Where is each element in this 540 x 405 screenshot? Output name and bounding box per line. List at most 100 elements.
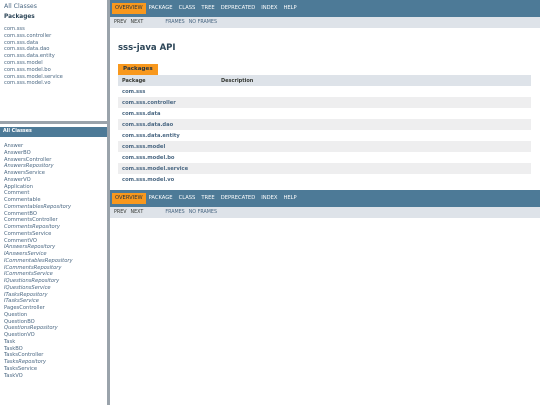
nav-help[interactable]: HELP	[280, 193, 299, 204]
package-link[interactable]: com.sss.data.entity	[118, 133, 180, 139]
frames-link[interactable]: FRAMES	[163, 210, 186, 215]
nav-package[interactable]: PACKAGE	[146, 193, 176, 204]
package-link[interactable]: com.sss.data.dao	[118, 122, 173, 128]
page-title: sss-java API	[118, 43, 176, 53]
package-list-link[interactable]: com.sss.data	[4, 40, 103, 47]
table-header-row: Package Description	[118, 75, 531, 86]
class-link[interactable]: IAnswersService	[4, 251, 103, 258]
nav-class[interactable]: CLASS	[176, 193, 199, 204]
bottom-sub-nav: PREV NEXT FRAMES NO FRAMES	[110, 207, 540, 218]
class-link[interactable]: AnswerVO	[4, 177, 103, 184]
package-list-link[interactable]: com.sss.controller	[4, 33, 103, 40]
class-link[interactable]: CommentBO	[4, 211, 103, 218]
package-list-link[interactable]: com.sss.data.entity	[4, 53, 103, 60]
class-link[interactable]: Application	[4, 184, 103, 191]
class-link[interactable]: CommentVO	[4, 238, 103, 245]
class-link[interactable]: ICommentablesRepository	[4, 258, 103, 265]
bottom-nav-bar: OVERVIEW PACKAGE CLASS TREE DEPRECATED INDEX H…	[110, 190, 540, 207]
class-link[interactable]: CommentsService	[4, 231, 103, 238]
class-link[interactable]: IQuestionsService	[4, 285, 103, 292]
package-link[interactable]: com.sss.model.bo	[118, 155, 174, 161]
class-link[interactable]: AnswersController	[4, 157, 103, 164]
next-label: NEXT	[130, 20, 144, 25]
column-header-description: Description	[221, 77, 254, 84]
table-caption: Packages	[118, 64, 158, 75]
column-header-package: Package	[122, 77, 146, 84]
table-row: com.sss.model.service	[118, 163, 531, 174]
class-link[interactable]: TasksRepository	[4, 359, 103, 366]
nav-tree[interactable]: TREE	[198, 3, 217, 14]
package-list-link[interactable]: com.sss.model.bo	[4, 67, 103, 74]
table-row: com.sss	[118, 86, 531, 97]
class-link[interactable]: QuestionBO	[4, 319, 103, 326]
all-classes-link[interactable]: All Classes	[4, 3, 103, 10]
package-list-link[interactable]: com.sss.model.service	[4, 74, 103, 81]
nav-deprecated[interactable]: DEPRECATED	[218, 3, 259, 14]
class-link[interactable]: ITasksService	[4, 298, 103, 305]
package-list-link[interactable]: com.sss.model	[4, 60, 103, 67]
table-row: com.sss.model.bo	[118, 152, 531, 163]
class-link[interactable]: ITasksRepository	[4, 292, 103, 299]
prev-label: PREV	[114, 20, 127, 25]
class-link[interactable]: ICommentsRepository	[4, 265, 103, 272]
class-link[interactable]: Answer	[4, 143, 103, 150]
nav-overview: OVERVIEW	[112, 3, 146, 14]
class-link[interactable]: Task	[4, 339, 103, 346]
prev-label: PREV	[114, 210, 127, 215]
class-link[interactable]: CommentablesRepository	[4, 204, 103, 211]
package-link[interactable]: com.sss.controller	[118, 100, 176, 106]
nav-deprecated[interactable]: DEPRECATED	[218, 193, 259, 204]
nav-help[interactable]: HELP	[280, 3, 299, 14]
bottom-nav: OVERVIEW PACKAGE CLASS TREE DEPRECATED INDEX H…	[110, 190, 540, 218]
package-list-link[interactable]: com.sss.data.dao	[4, 46, 103, 53]
table-row: com.sss.model	[118, 141, 531, 152]
nav-index[interactable]: INDEX	[258, 3, 280, 14]
package-list-frame: All Classes Packages com.sss com.sss.cont…	[0, 0, 107, 121]
class-link[interactable]: QuestionsRepository	[4, 325, 103, 332]
class-link[interactable]: CommentsController	[4, 217, 103, 224]
all-classes-heading: All Classes	[0, 127, 107, 137]
table-body: com.sss com.sss.controller com.sss.data com…	[118, 86, 531, 185]
class-link[interactable]: AnswerBO	[4, 150, 103, 157]
package-link[interactable]: com.sss.model.vo	[118, 177, 174, 183]
no-frames-link[interactable]: NO FRAMES	[187, 20, 219, 25]
package-link[interactable]: com.sss.model.service	[118, 166, 188, 172]
top-sub-nav: PREV NEXT FRAMES NO FRAMES	[110, 17, 540, 28]
nav-overview: OVERVIEW	[112, 193, 146, 204]
top-nav-bar: OVERVIEW PACKAGE CLASS TREE DEPRECATED INDEX H…	[110, 0, 540, 17]
frames-link[interactable]: FRAMES	[163, 20, 186, 25]
class-link[interactable]: AnswersService	[4, 170, 103, 177]
class-link[interactable]: TaskVO	[4, 373, 103, 380]
class-link[interactable]: CommentsRepository	[4, 224, 103, 231]
nav-index[interactable]: INDEX	[258, 193, 280, 204]
class-link[interactable]: Comment	[4, 190, 103, 197]
next-label: NEXT	[130, 210, 144, 215]
class-link[interactable]: TasksService	[4, 366, 103, 373]
package-link[interactable]: com.sss.data	[118, 111, 160, 117]
table-row: com.sss.data.entity	[118, 130, 531, 141]
package-list-link[interactable]: com.sss	[4, 26, 103, 33]
class-link[interactable]: ICommentsService	[4, 271, 103, 278]
overview-frame: OVERVIEW PACKAGE CLASS TREE DEPRECATED INDEX H…	[110, 0, 540, 405]
package-list: com.sss com.sss.controller com.sss.data com…	[4, 26, 103, 87]
class-link[interactable]: AnswersRepository	[4, 163, 103, 170]
no-frames-link[interactable]: NO FRAMES	[187, 210, 219, 215]
class-link[interactable]: TasksController	[4, 352, 103, 359]
nav-tree[interactable]: TREE	[198, 193, 217, 204]
class-link[interactable]: TaskBO	[4, 346, 103, 353]
class-link[interactable]: QuestionVO	[4, 332, 103, 339]
table-row: com.sss.data	[118, 108, 531, 119]
class-link[interactable]: IQuestionsRepository	[4, 278, 103, 285]
package-link[interactable]: com.sss.model	[118, 144, 165, 150]
table-row: com.sss.data.dao	[118, 119, 531, 130]
package-list-link[interactable]: com.sss.model.vo	[4, 80, 103, 87]
nav-package[interactable]: PACKAGE	[146, 3, 176, 14]
package-link[interactable]: com.sss	[118, 89, 145, 95]
class-link[interactable]: IAnswersRepository	[4, 244, 103, 251]
class-link[interactable]: Question	[4, 312, 103, 319]
class-list-frame: All Classes Answer AnswerBO AnswersControl…	[0, 124, 107, 405]
class-link[interactable]: Commentable	[4, 197, 103, 204]
nav-class[interactable]: CLASS	[176, 3, 199, 14]
class-link[interactable]: PagesController	[4, 305, 103, 312]
table-row: com.sss.model.vo	[118, 174, 531, 185]
